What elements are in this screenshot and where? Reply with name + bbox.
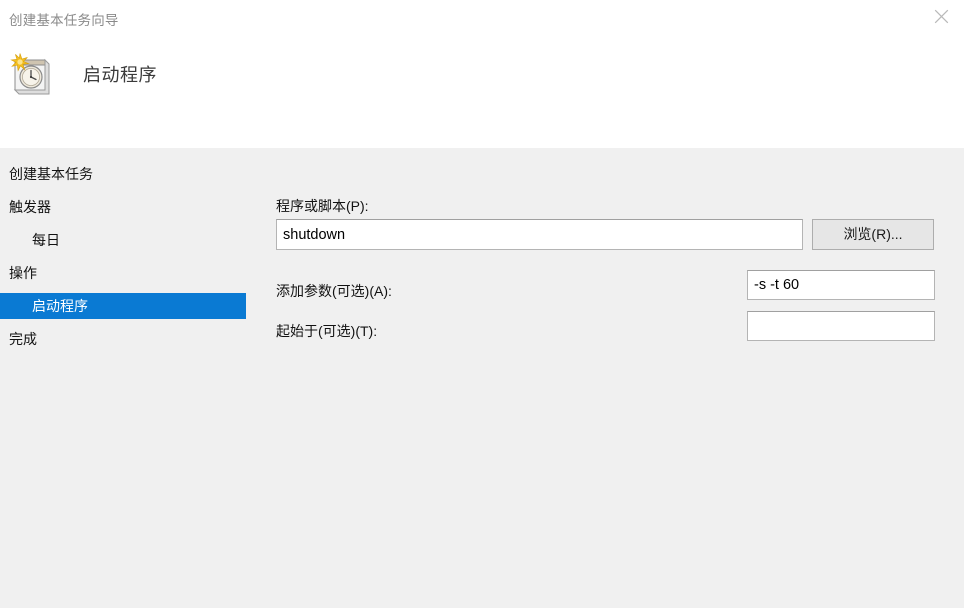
- page-title: 启动程序: [83, 65, 157, 85]
- nav-item-start-a-program[interactable]: 启动程序: [0, 293, 246, 319]
- window-titlebar: 创建基本任务向导 启动程序: [0, 0, 964, 148]
- add-arguments-label: 添加参数(可选)(A):: [276, 283, 392, 299]
- add-arguments-input[interactable]: [747, 270, 935, 300]
- page-header: 启动程序: [9, 48, 157, 100]
- start-a-program-form: 程序或脚本(P): 浏览(R)... 添加参数(可选)(A): 起始于(可选)(…: [276, 148, 964, 608]
- create-basic-task-wizard: 创建基本任务向导 启动程序 创建基本任务 触发器 每日 操作 启动程序 完成 程…: [0, 0, 964, 608]
- window-title: 创建基本任务向导: [9, 13, 119, 28]
- nav-item-create-basic-task[interactable]: 创建基本任务: [0, 161, 246, 187]
- wizard-body: 创建基本任务 触发器 每日 操作 启动程序 完成 程序或脚本(P): 浏览(R)…: [0, 148, 964, 608]
- program-or-script-label: 程序或脚本(P):: [276, 198, 369, 214]
- wizard-step-nav: 创建基本任务 触发器 每日 操作 启动程序 完成: [0, 161, 246, 352]
- nav-item-daily[interactable]: 每日: [0, 227, 246, 253]
- close-icon: [934, 9, 949, 24]
- browse-button[interactable]: 浏览(R)...: [812, 219, 934, 250]
- nav-item-actions[interactable]: 操作: [0, 260, 246, 286]
- start-in-label: 起始于(可选)(T):: [276, 323, 378, 339]
- nav-item-finish[interactable]: 完成: [0, 326, 246, 352]
- task-scheduler-calendar-clock-icon: [9, 50, 55, 98]
- close-button[interactable]: [918, 0, 964, 32]
- program-or-script-input[interactable]: [276, 219, 803, 250]
- start-in-input[interactable]: [747, 311, 935, 341]
- nav-item-triggers[interactable]: 触发器: [0, 194, 246, 220]
